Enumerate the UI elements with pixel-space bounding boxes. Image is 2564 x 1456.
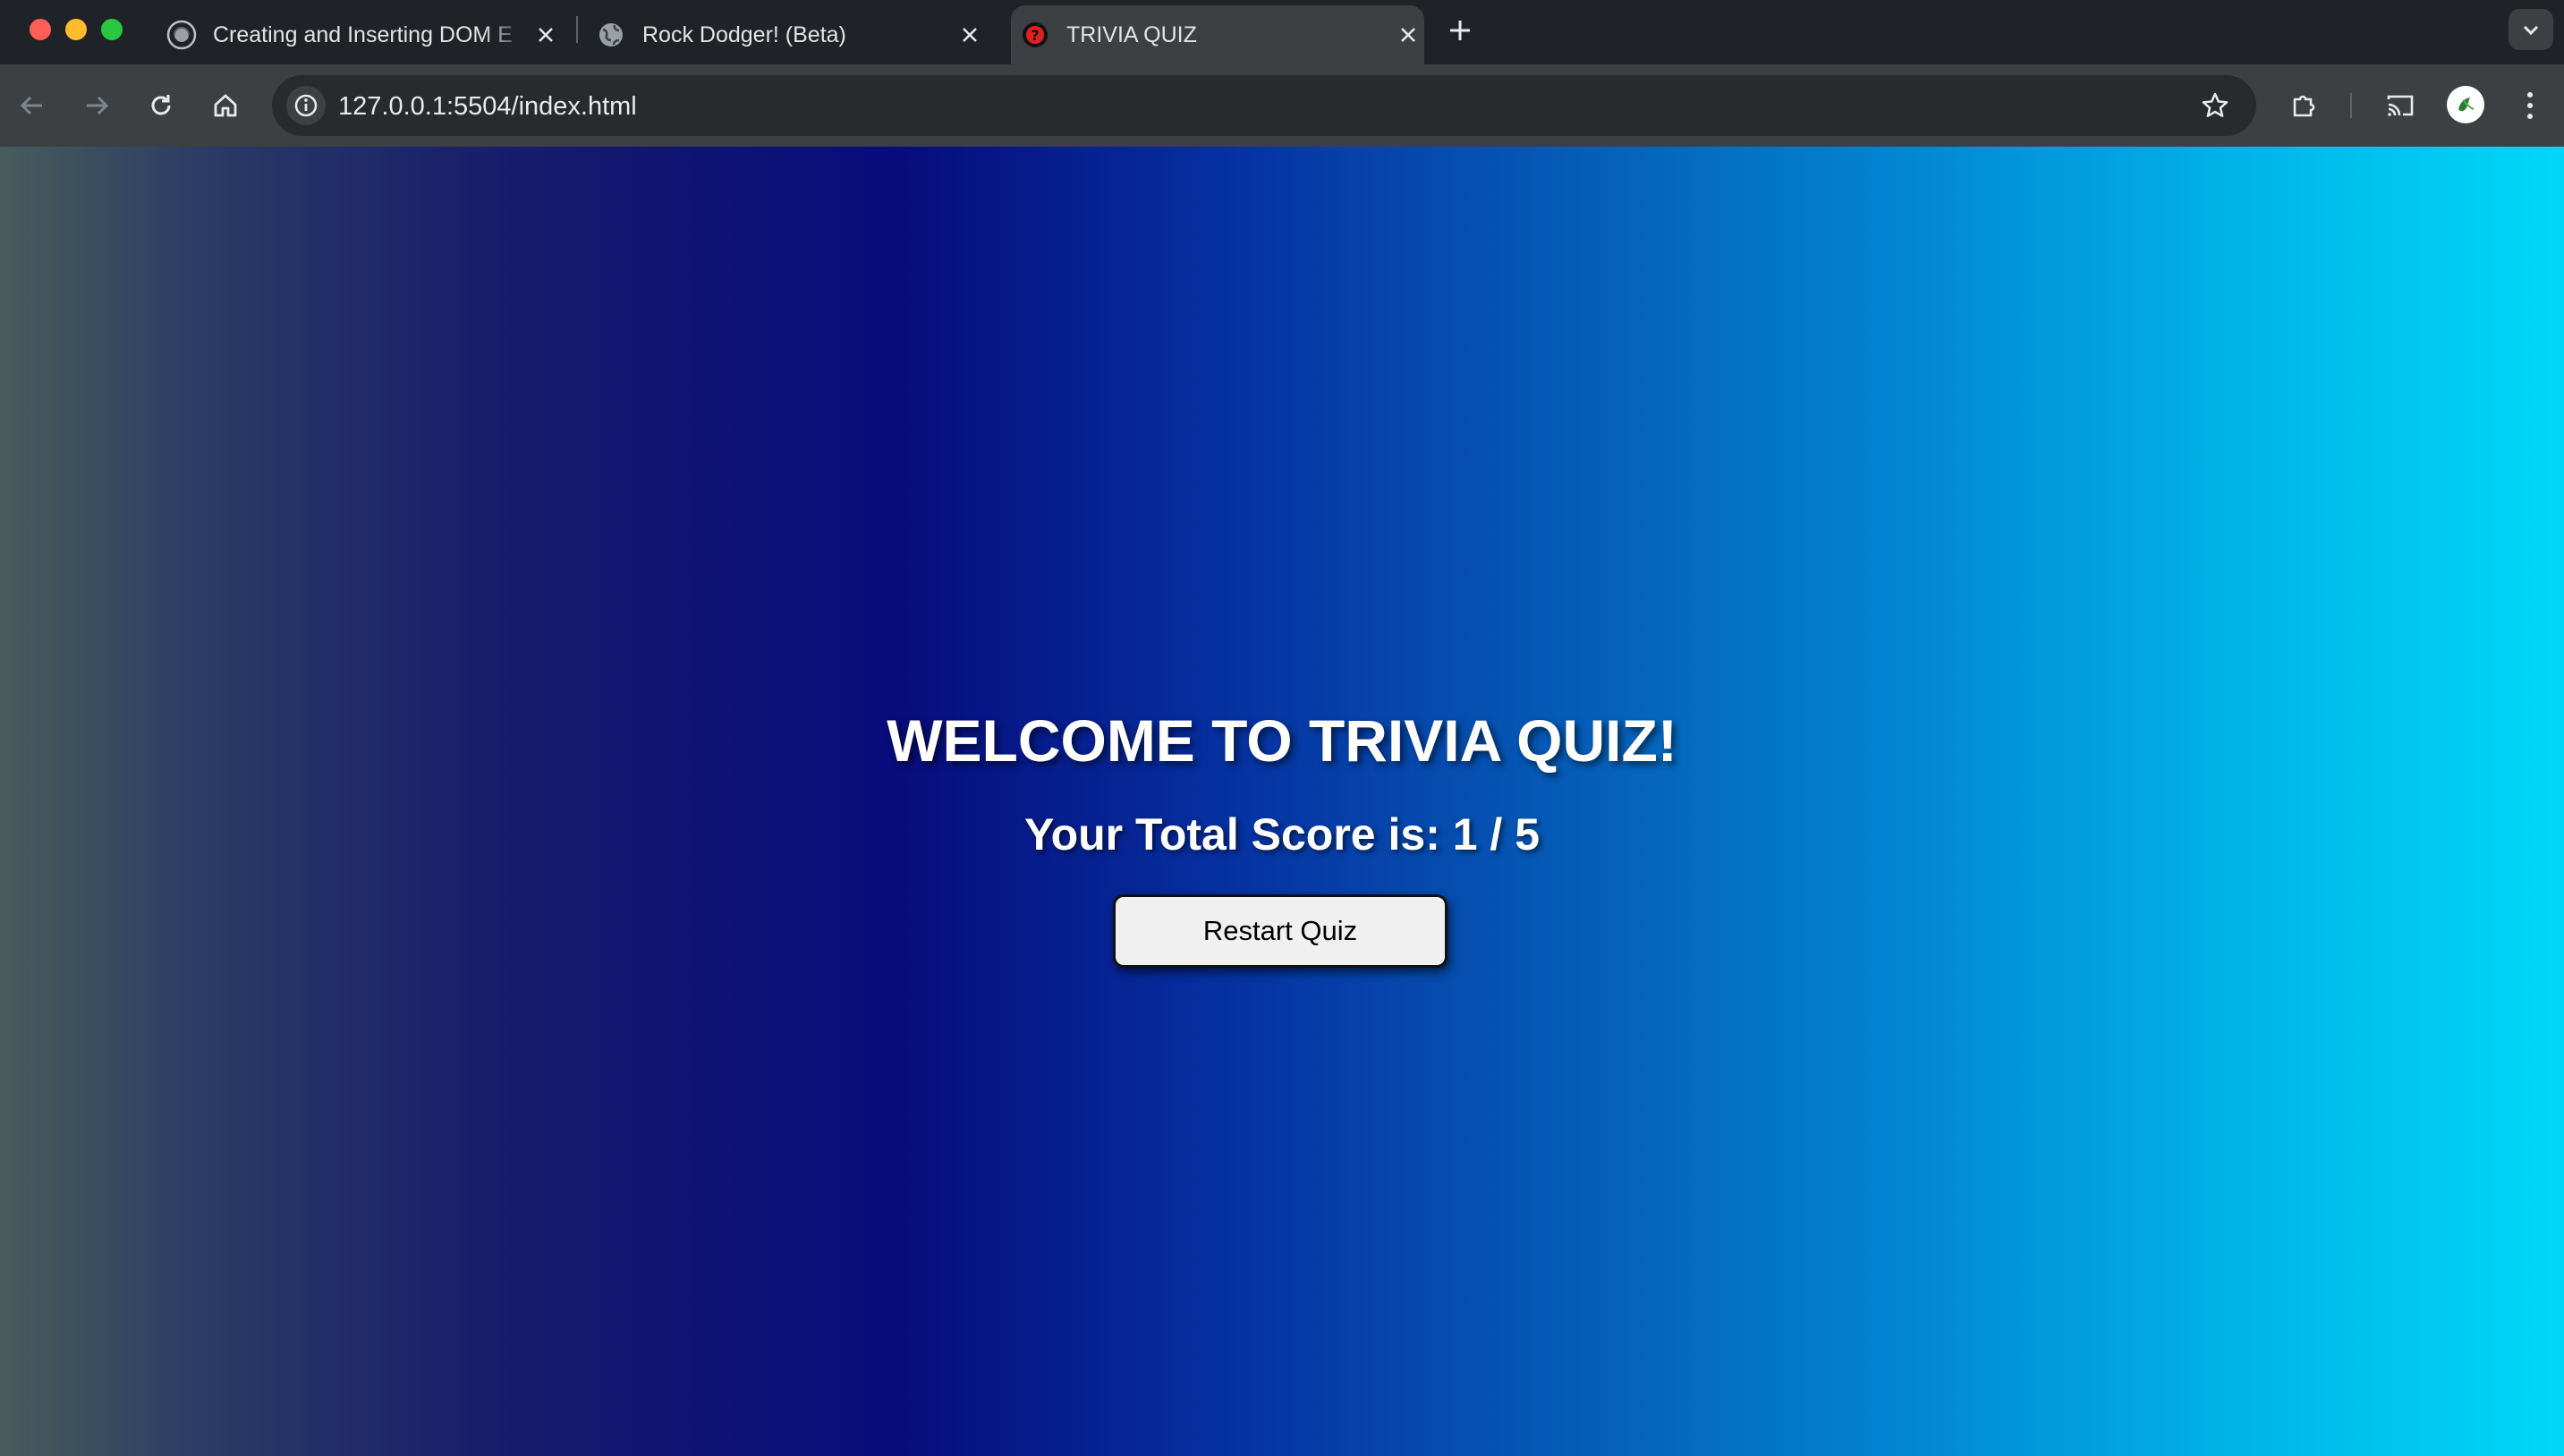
page-viewport: WELCOME TO TRIVIA QUIZ! Your Total Score…	[0, 147, 2564, 1456]
close-icon[interactable]	[954, 19, 986, 51]
globe-icon	[166, 20, 197, 50]
more-vertical-icon	[2527, 92, 2533, 119]
chevron-down-icon	[2523, 25, 2539, 36]
toolbar-divider	[2350, 93, 2352, 118]
browser-toolbar: 127.0.0.1:5504/index.html	[0, 64, 2564, 147]
restart-quiz-button[interactable]: Restart Quiz	[1113, 894, 1448, 968]
profile-avatar[interactable]	[2447, 86, 2484, 123]
arrow-right-icon	[87, 96, 109, 115]
svg-text:?: ?	[1031, 27, 1039, 44]
tab-creating-dom[interactable]: Creating and Inserting DOM E	[166, 5, 562, 64]
minimize-window-button[interactable]	[65, 19, 87, 40]
tab-divider	[576, 16, 578, 43]
tab-title: Creating and Inserting DOM E	[213, 21, 513, 47]
red-question-icon: ?	[1020, 20, 1050, 50]
new-tab-button[interactable]	[1442, 13, 1478, 48]
cast-button[interactable]	[2377, 82, 2424, 129]
puzzle-icon	[2293, 95, 2315, 117]
close-icon[interactable]	[530, 19, 562, 51]
site-info-icon[interactable]	[286, 86, 326, 125]
forward-button[interactable]	[73, 82, 120, 129]
globe-icon	[596, 20, 626, 50]
bookmark-star-icon[interactable]	[2195, 86, 2235, 125]
close-window-button[interactable]	[30, 19, 51, 40]
reload-icon	[151, 95, 171, 115]
arrow-left-icon	[20, 96, 42, 115]
tab-title: TRIVIA QUIZ	[1066, 21, 1197, 47]
tab-rock-dodger[interactable]: Rock Dodger! (Beta)	[596, 5, 986, 64]
tab-search-button[interactable]	[2509, 9, 2553, 50]
plus-icon	[1450, 21, 1470, 40]
score-text: Your Total Score is: 1 / 5	[1023, 809, 1541, 859]
address-bar[interactable]: 127.0.0.1:5504/index.html	[272, 75, 2256, 136]
home-button[interactable]	[202, 82, 249, 129]
reload-button[interactable]	[138, 82, 184, 129]
home-icon	[214, 94, 237, 117]
page-title: WELCOME TO TRIVIA QUIZ!	[887, 707, 1677, 774]
maximize-window-button[interactable]	[101, 19, 123, 40]
tab-strip: Creating and Inserting DOM E Rock Dodger…	[0, 0, 2564, 64]
extensions-button[interactable]	[2281, 82, 2328, 129]
tab-trivia-quiz[interactable]: ? TRIVIA QUIZ	[1011, 5, 1424, 64]
back-button[interactable]	[9, 82, 55, 129]
url-text[interactable]: 127.0.0.1:5504/index.html	[338, 92, 637, 122]
tab-title: Rock Dodger! (Beta)	[642, 21, 846, 47]
menu-button[interactable]	[2507, 82, 2553, 129]
close-icon[interactable]	[1392, 19, 1424, 51]
cast-icon	[2387, 95, 2414, 116]
